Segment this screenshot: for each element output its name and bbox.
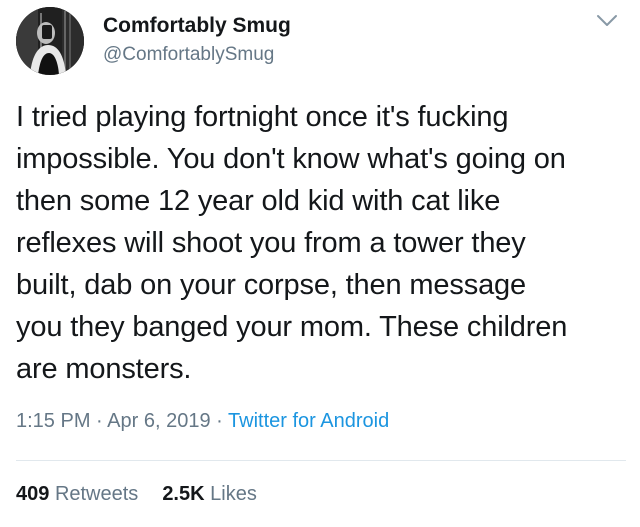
tweet-card: Comfortably Smug @ComfortablySmug I trie… [0, 0, 640, 527]
tweet-source-link[interactable]: Twitter for Android [228, 410, 389, 432]
retweets-count: 409 [16, 483, 50, 505]
avatar[interactable] [16, 7, 84, 75]
meta-separator: · [96, 410, 103, 432]
divider [16, 460, 626, 461]
meta-separator: · [216, 410, 223, 432]
likes-count: 2.5K [162, 483, 205, 505]
user-handle[interactable]: @ComfortablySmug [103, 44, 274, 66]
retweets-stat[interactable]: 409 Retweets [16, 483, 138, 505]
retweets-label: Retweets [54, 483, 139, 505]
tweet-text: I tried playing fortnight once it's fuck… [16, 101, 568, 385]
avatar-photo [16, 7, 84, 75]
chevron-down-icon[interactable] [596, 14, 618, 28]
tweet-metadata: 1:15 PM · Apr 6, 2019 · Twitter for Andr… [16, 410, 389, 433]
likes-label: Likes [210, 483, 257, 505]
likes-stat[interactable]: 2.5K Likes [162, 483, 257, 505]
engagement-stats: 409 Retweets 2.5K Likes [16, 483, 257, 506]
tweet-time[interactable]: 1:15 PM [16, 410, 90, 432]
tweet-date[interactable]: Apr 6, 2019 [107, 410, 210, 432]
display-name[interactable]: Comfortably Smug [103, 14, 291, 38]
